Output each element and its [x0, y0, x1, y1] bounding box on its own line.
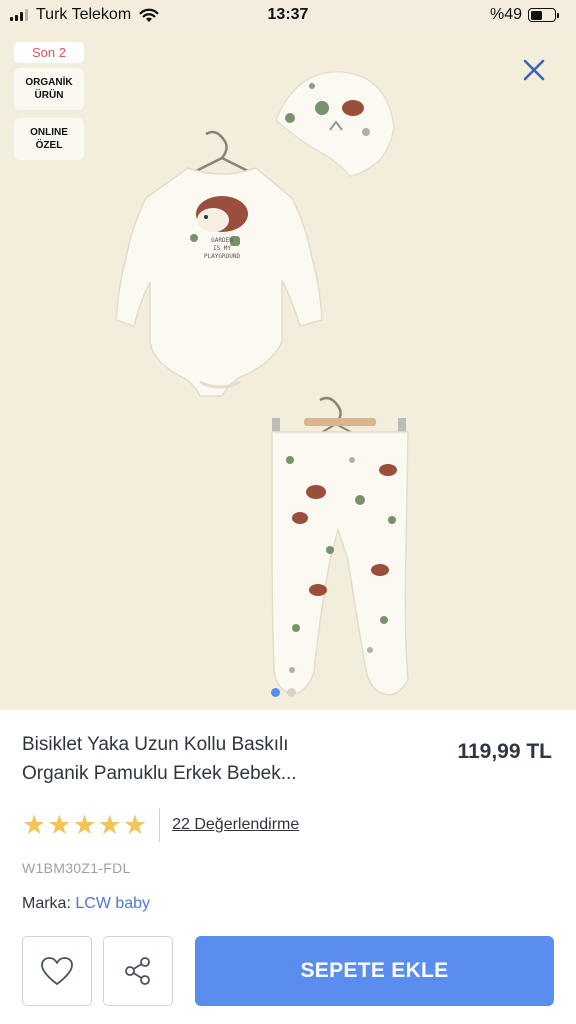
rating-stars: ★ ★ ★ ★ ★: [22, 810, 147, 840]
brand-link[interactable]: LCW baby: [75, 895, 150, 912]
bodysuit-print-line2: IS MY: [213, 245, 231, 252]
battery-percent: %49: [489, 6, 522, 23]
product-title-line1: Bisiklet Yaka Uzun Kollu Baskılı: [22, 734, 289, 755]
stock-badge: Son 2: [14, 42, 84, 63]
product-price: 119,99 TL: [457, 740, 552, 763]
organic-badge-line2: ÜRÜN: [34, 90, 64, 101]
product-gallery[interactable]: GARDEN IS MY PLAYGROUND Son 2 ORGANİK ÜR…: [0, 30, 576, 710]
product-sku: W1BM30Z1-FDL: [22, 860, 131, 876]
signal-icon: [10, 9, 28, 21]
star-icon: ★: [97, 810, 122, 840]
star-icon: ★: [22, 810, 47, 840]
battery-fill: [530, 10, 542, 20]
online-badge-line2: ÖZEL: [35, 140, 63, 151]
status-left: Turk Telekom: [10, 6, 159, 24]
product-title-line2: Organik Pamuklu Erkek Bebek...: [22, 763, 297, 784]
wifi-icon: [139, 8, 159, 22]
close-button[interactable]: [516, 52, 552, 88]
star-icon: ★: [72, 810, 97, 840]
favorite-button[interactable]: [22, 936, 92, 1006]
bodysuit-print-line3: PLAYGROUND: [204, 253, 241, 260]
battery-icon: [528, 8, 559, 22]
carousel-dots: [271, 688, 296, 697]
product-details: Bisiklet Yaka Uzun Kollu Baskılı Organik…: [0, 710, 576, 1024]
product-title: Bisiklet Yaka Uzun Kollu Baskılı Organik…: [22, 730, 402, 788]
rating-row: ★ ★ ★ ★ ★ 22 Değerlendirme: [22, 808, 299, 842]
organic-badge-line1: ORGANİK: [25, 77, 73, 88]
close-icon: [523, 59, 545, 81]
carousel-dot-2[interactable]: [287, 688, 296, 697]
status-right: %49: [489, 6, 559, 24]
online-badge: ONLINE ÖZEL: [14, 118, 84, 160]
rating-divider: [159, 808, 161, 842]
carrier-name: Turk Telekom: [36, 6, 132, 23]
brand-row: Marka: LCW baby: [22, 895, 150, 913]
product-photo: GARDEN IS MY PLAYGROUND: [0, 30, 576, 710]
online-badge-line1: ONLINE: [30, 127, 68, 138]
add-to-cart-button[interactable]: SEPETE EKLE: [195, 936, 554, 1006]
share-button[interactable]: [103, 936, 173, 1006]
star-icon: ★: [122, 810, 148, 840]
heart-icon: [41, 957, 73, 985]
share-icon: [125, 957, 150, 985]
carousel-dot-1[interactable]: [271, 688, 280, 697]
status-bar: Turk Telekom 13:37 %49: [0, 0, 576, 30]
brand-label: Marka:: [22, 895, 71, 912]
star-icon: ★: [47, 810, 72, 840]
reviews-link[interactable]: 22 Değerlendirme: [172, 816, 299, 834]
organic-badge: ORGANİK ÜRÜN: [14, 68, 84, 110]
bodysuit-print-line1: GARDEN: [211, 237, 233, 244]
